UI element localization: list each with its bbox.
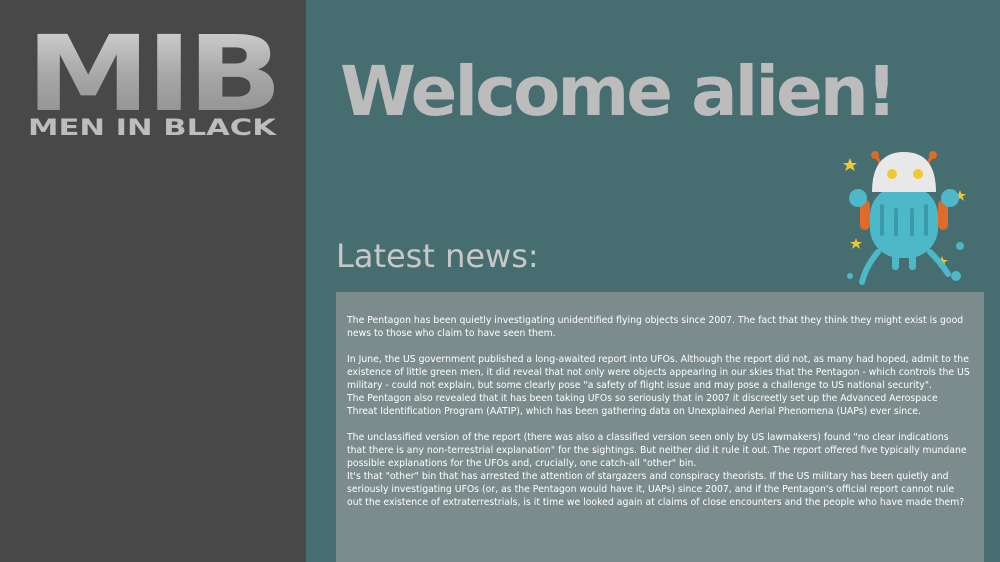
news-article: The Pentagon has been quietly investigat…	[336, 292, 984, 562]
page-title: Welcome alien!	[340, 52, 897, 132]
sidebar: MIB MEN IN BLACK	[0, 0, 306, 562]
news-paragraph: The Pentagon has been quietly investigat…	[347, 315, 964, 339]
mib-logo[interactable]: MIB MEN IN BLACK	[26, 24, 280, 142]
news-paragraph: In June, the US government published a l…	[347, 354, 970, 391]
news-paragraph: The unclassified version of the report (…	[347, 432, 967, 469]
alien-robot-icon	[836, 148, 972, 288]
star-icon	[850, 238, 862, 249]
star-icon	[843, 158, 857, 171]
news-heading: Latest news:	[336, 237, 539, 275]
news-paragraph: It's that "other" bin that has arrested …	[347, 471, 965, 508]
main-content: Welcome alien! Latest news: The Pentagon…	[306, 0, 1000, 562]
news-paragraph: The Pentagon also revealed that it has b…	[347, 393, 938, 417]
logo-tagline: MEN IN BLACK	[28, 116, 277, 141]
